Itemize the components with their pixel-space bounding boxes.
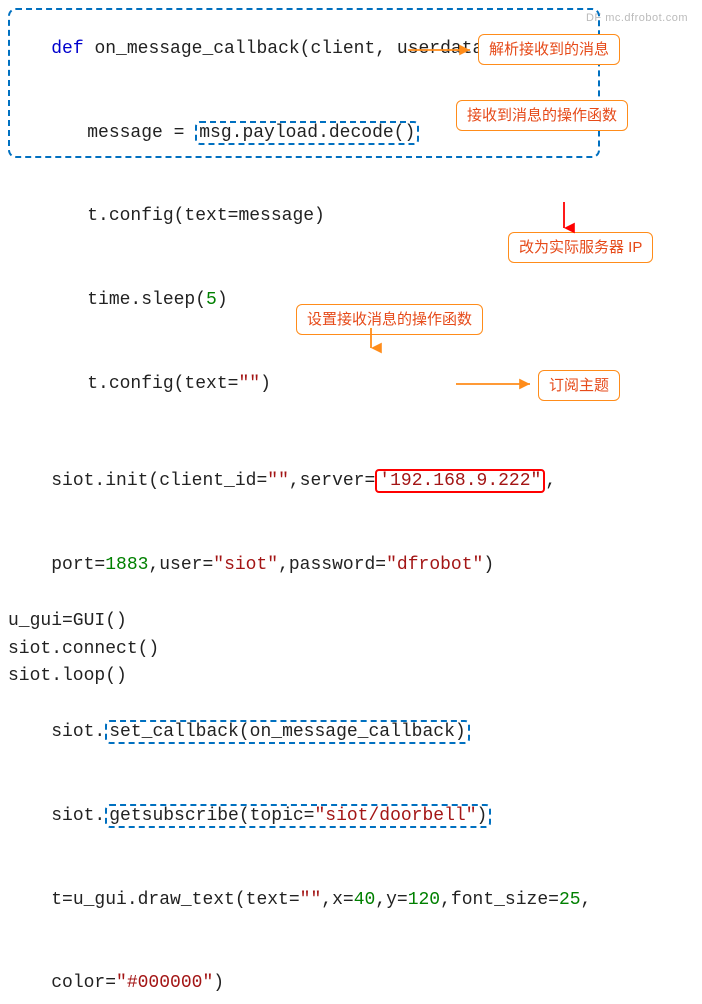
code-text: , <box>581 890 592 910</box>
code-text: port= <box>51 555 105 575</box>
string-literal: "dfrobot" <box>386 555 483 575</box>
code-text: getsubscribe(topic= <box>109 806 314 826</box>
function-name: on_message_callback <box>94 39 299 59</box>
annotation-server-ip: 改为实际服务器 IP <box>508 232 653 263</box>
code-text: t.config(text=message) <box>87 206 325 226</box>
code-line: t=u_gui.draw_text(text="",x=40,y=120,fon… <box>8 859 694 943</box>
code-text: ) <box>260 374 271 394</box>
annotation-subscribe: 订阅主题 <box>538 370 620 401</box>
code-text: siot.init(client_id= <box>51 471 267 491</box>
code-line: siot.getsubscribe(topic="siot/doorbell") <box>8 775 694 859</box>
server-ip-box: '192.168.9.222" <box>375 469 545 493</box>
string-literal: "" <box>300 890 322 910</box>
code-text: ) <box>483 555 494 575</box>
number-literal: 5 <box>206 290 217 310</box>
code-text: ,y= <box>375 890 407 910</box>
code-line: siot.set_callback(on_message_callback) <box>8 691 694 775</box>
code-text: , <box>545 471 556 491</box>
string-literal: "siot" <box>213 555 278 575</box>
number-literal: 120 <box>408 890 440 910</box>
code-text: ,x= <box>321 890 353 910</box>
code-text: ) <box>217 290 228 310</box>
annotation-callback-fn: 接收到消息的操作函数 <box>456 100 628 131</box>
string-literal: '192.168.9.222" <box>379 471 541 491</box>
subscribe-box: getsubscribe(topic="siot/doorbell") <box>105 804 491 828</box>
code-text: t=u_gui.draw_text(text= <box>51 890 299 910</box>
code-text: ) <box>213 973 224 993</box>
code-text: message = <box>87 123 195 143</box>
params: (client, userdata, <box>300 39 505 59</box>
code-text: siot. <box>51 806 105 826</box>
number-literal: 1883 <box>105 555 148 575</box>
code-text: ,user= <box>148 555 213 575</box>
code-line: port=1883,user="siot",password="dfrobot"… <box>8 524 694 608</box>
number-literal: 40 <box>354 890 376 910</box>
code-text: time.sleep( <box>87 290 206 310</box>
code-text: color= <box>51 973 116 993</box>
keyword-def: def <box>51 39 83 59</box>
code-line: siot.loop() <box>8 663 694 691</box>
code-block: DF mc.dfrobot.com def on_message_callbac… <box>8 8 694 1004</box>
set-callback-box: set_callback(on_message_callback) <box>105 720 469 744</box>
annotation-set-callback: 设置接收消息的操作函数 <box>296 304 483 335</box>
annotation-parse-msg: 解析接收到的消息 <box>478 34 620 65</box>
number-literal: 25 <box>559 890 581 910</box>
code-text: ,font_size= <box>440 890 559 910</box>
string-literal: "#000000" <box>116 973 213 993</box>
string-literal: "siot/doorbell" <box>314 806 476 826</box>
code-line: color="#000000") <box>8 942 694 1004</box>
code-text: ,password= <box>278 555 386 575</box>
string-literal: "" <box>267 471 289 491</box>
payload-decode-box: msg.payload.decode() <box>195 121 419 145</box>
code-text: siot. <box>51 722 105 742</box>
code-line: siot.connect() <box>8 636 694 664</box>
code-text: t.config(text= <box>87 374 238 394</box>
code-line: siot.init(client_id="",server='192.168.9… <box>8 440 694 524</box>
code-text: ,server= <box>289 471 375 491</box>
string-literal: "" <box>238 374 260 394</box>
code-line: u_gui=GUI() <box>8 608 694 636</box>
code-text: ) <box>477 806 488 826</box>
